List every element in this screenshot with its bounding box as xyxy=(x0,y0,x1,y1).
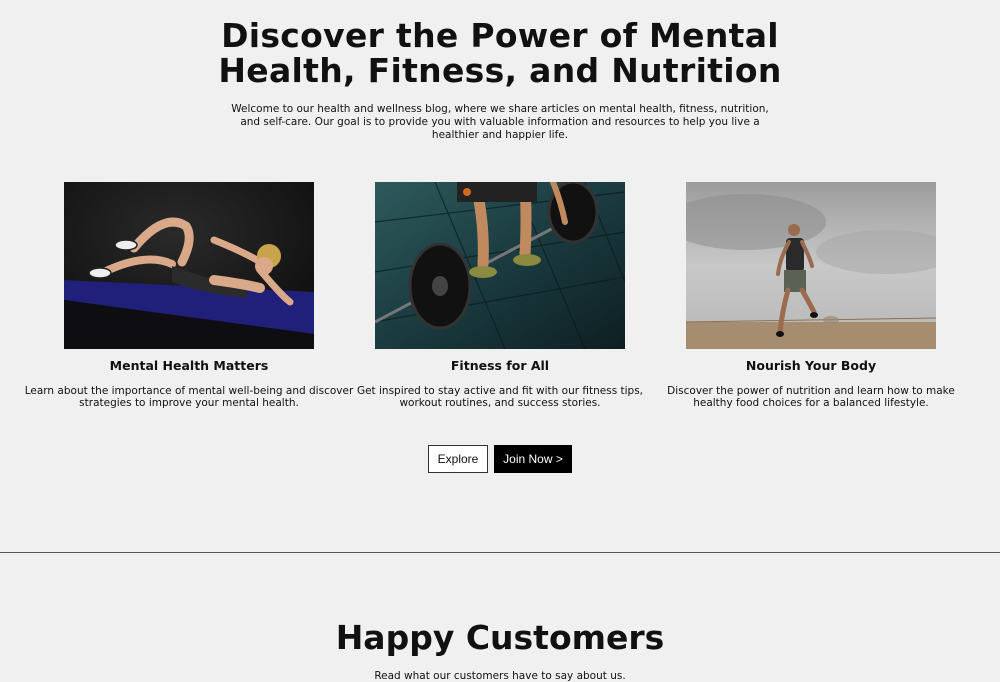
hero-title: Discover the Power of Mental Health, Fit… xyxy=(0,18,1000,88)
card-image-mental-health xyxy=(64,182,314,349)
testimonials-subtitle: Read what our customers have to say abou… xyxy=(374,670,626,682)
card-text: Discover the power of nutrition and lear… xyxy=(667,385,955,409)
card-text: Learn about the importance of mental wel… xyxy=(24,385,354,409)
card-image-fitness xyxy=(375,182,625,349)
hero-title-line2: Health, Fitness, and Nutrition xyxy=(218,51,782,90)
card-mental-health: Mental Health Matters Learn about the im… xyxy=(25,182,353,409)
testimonials-title: Happy Customers xyxy=(335,618,665,657)
card-title: Fitness for All xyxy=(450,358,550,373)
card-title: Mental Health Matters xyxy=(109,358,269,373)
join-now-button[interactable]: Join Now > xyxy=(494,445,572,473)
card-nutrition: Nourish Your Body Discover the power of … xyxy=(667,182,955,409)
hero-subtitle: Welcome to our health and wellness blog,… xyxy=(231,103,769,141)
hero-title-line1: Discover the Power of Mental xyxy=(221,16,779,55)
card-fitness: Fitness for All Get inspired to stay act… xyxy=(357,182,643,409)
section-divider xyxy=(0,552,1000,553)
card-title: Nourish Your Body xyxy=(745,358,877,373)
explore-button[interactable]: Explore xyxy=(428,445,488,473)
card-image-nutrition xyxy=(686,182,936,349)
card-text: Get inspired to stay active and fit with… xyxy=(356,385,644,409)
